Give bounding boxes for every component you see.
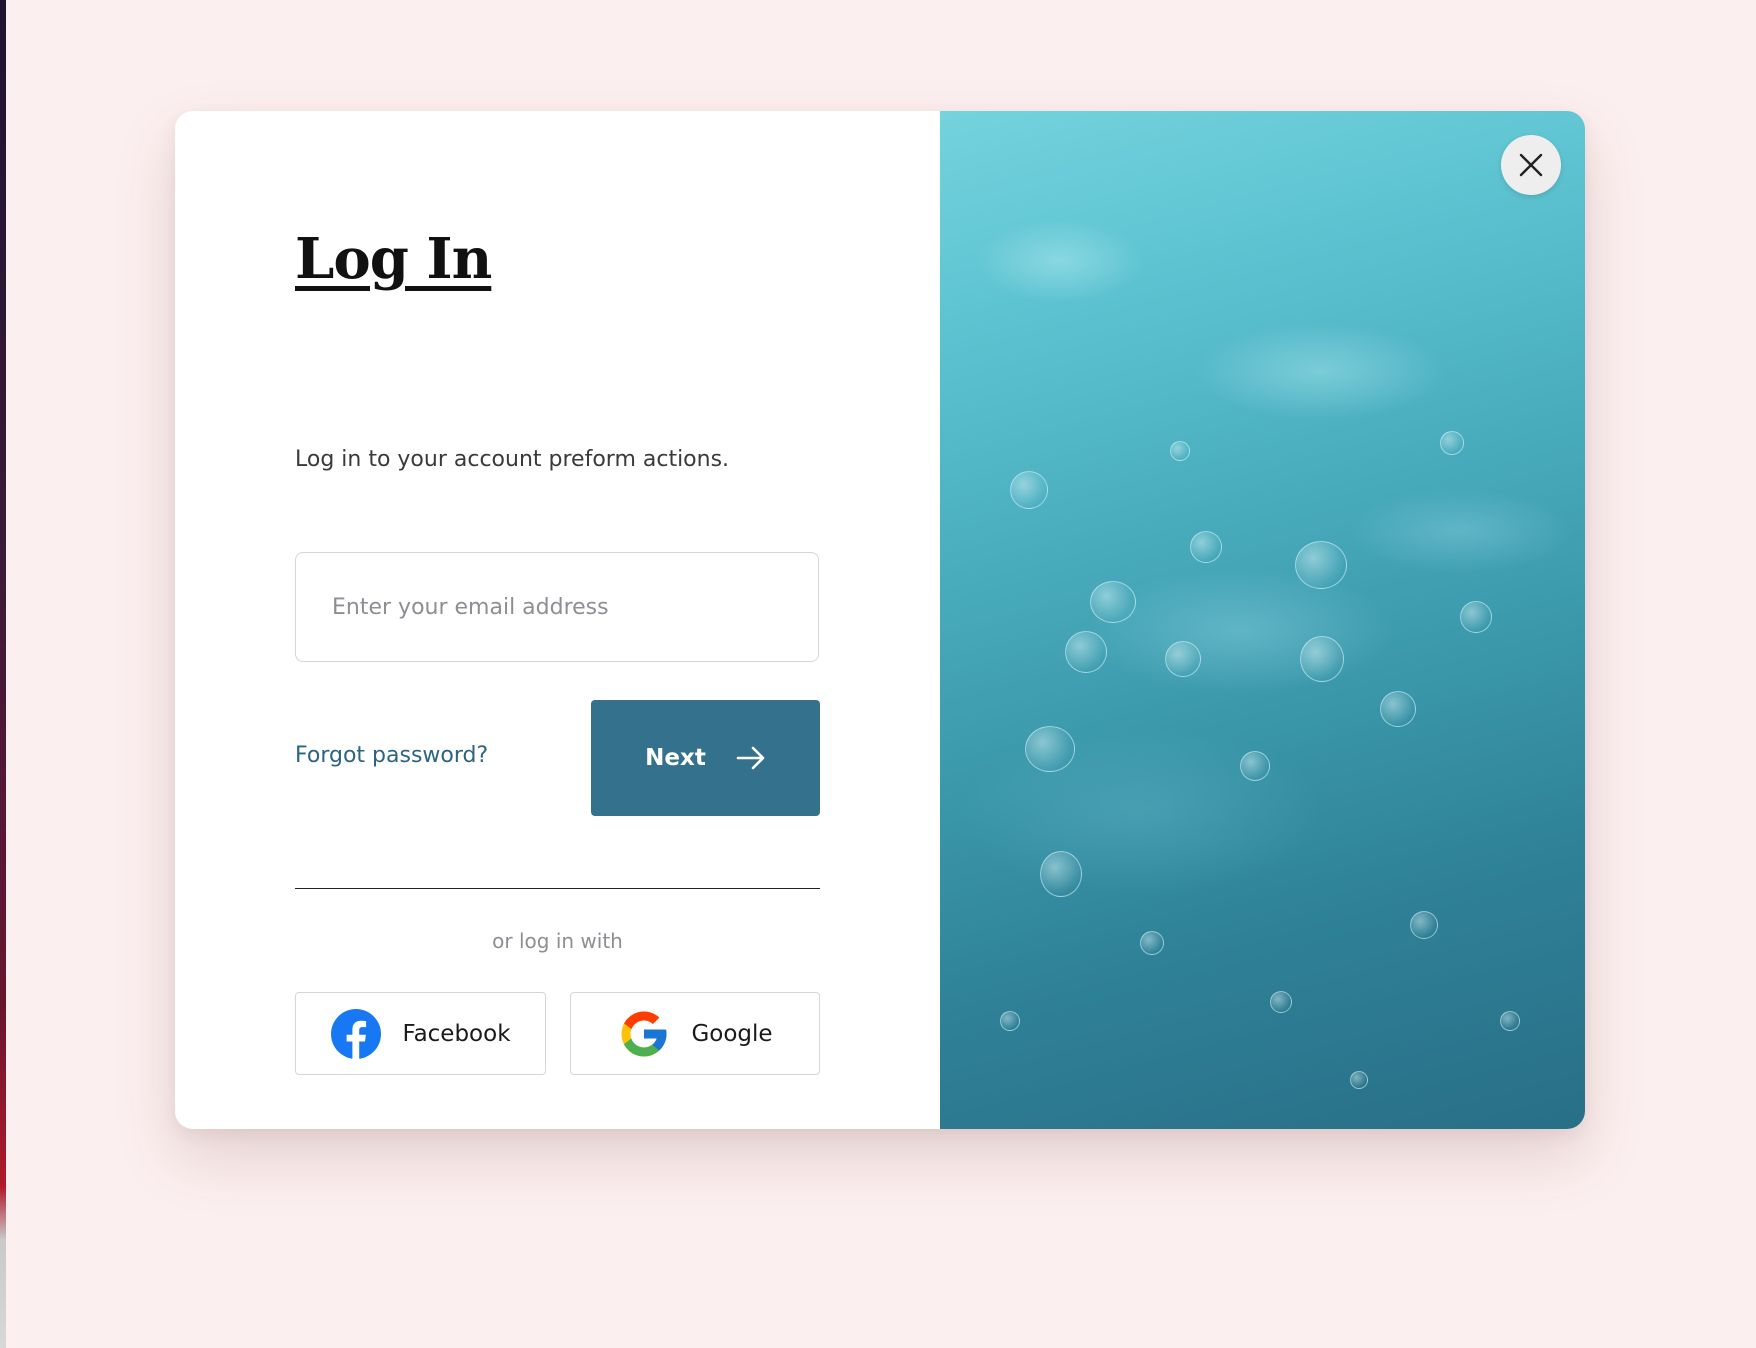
google-login-label: Google (691, 1020, 773, 1047)
water-bubble (1240, 751, 1270, 781)
water-bubble (1010, 471, 1048, 509)
water-bubble (1000, 1011, 1020, 1031)
facebook-icon (331, 1008, 382, 1059)
water-bubble (1090, 581, 1136, 623)
water-bubble (1295, 541, 1347, 589)
water-bubble (1500, 1011, 1520, 1031)
login-modal: Log In Log in to your account preform ac… (175, 111, 1585, 1129)
water-bubble (1170, 441, 1190, 461)
login-form-panel: Log In Log in to your account preform ac… (175, 111, 940, 1129)
water-bubble (1165, 641, 1201, 677)
water-bubble (1440, 431, 1464, 455)
water-bubble (1460, 601, 1492, 633)
divider (295, 888, 820, 889)
email-field[interactable] (295, 552, 819, 662)
water-bubble (1140, 931, 1164, 955)
water-bubble (1190, 531, 1222, 563)
water-bubble (1065, 631, 1107, 673)
page-title: Log In (295, 226, 492, 292)
forgot-password-link[interactable]: Forgot password? (295, 743, 488, 768)
window-edge (0, 0, 6, 1348)
or-log-in-with-label: or log in with (492, 929, 623, 953)
next-button[interactable]: Next (591, 700, 820, 816)
water-bubble (1025, 726, 1075, 772)
facebook-login-button[interactable]: Facebook (295, 992, 546, 1075)
water-bubble (1410, 911, 1438, 939)
login-subtitle: Log in to your account preform actions. (295, 447, 730, 472)
next-button-label: Next (645, 745, 706, 771)
water-bubble (1380, 691, 1416, 727)
water-bubble (1350, 1071, 1368, 1089)
facebook-login-label: Facebook (402, 1020, 511, 1047)
google-login-button[interactable]: Google (570, 992, 820, 1075)
water-texture-image (940, 111, 1585, 1129)
google-icon (621, 1011, 667, 1056)
arrow-right-icon (736, 746, 765, 770)
close-button[interactable] (1501, 135, 1561, 195)
water-bubble (1300, 636, 1344, 682)
water-bubble (1270, 991, 1292, 1013)
water-bubble (1040, 851, 1082, 897)
close-icon (1519, 153, 1543, 177)
